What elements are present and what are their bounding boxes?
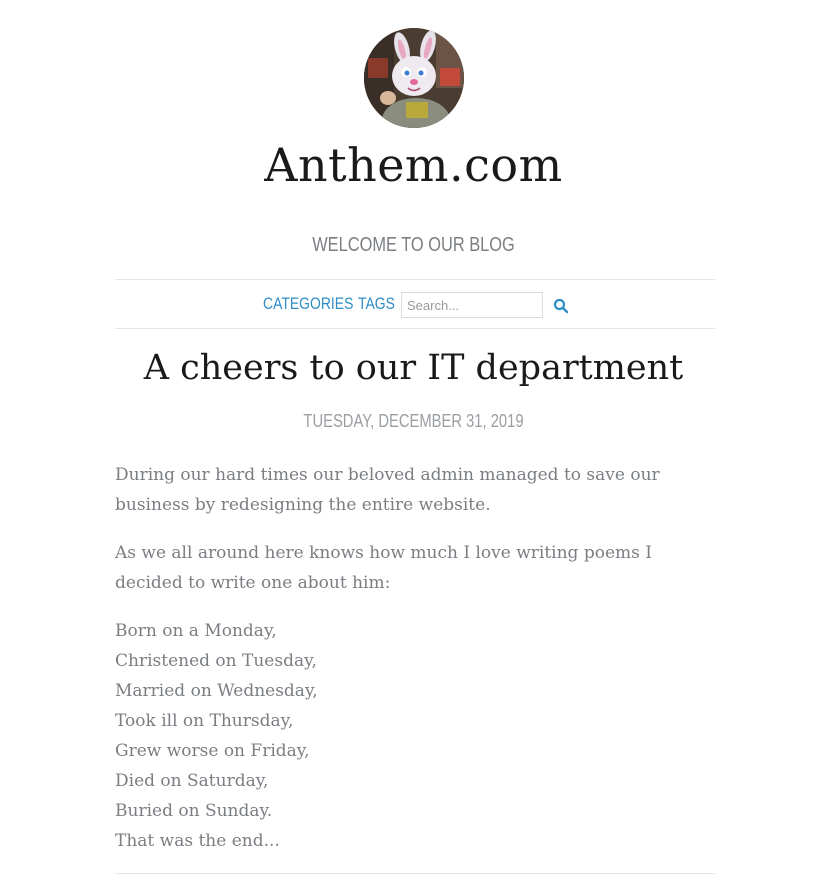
search-icon[interactable] (553, 298, 569, 314)
post-bottom-divider (115, 873, 715, 874)
avatar[interactable] (364, 28, 464, 128)
post-paragraph: During our hard times our beloved admin … (115, 465, 660, 515)
nav-top-divider (115, 279, 715, 280)
poem: Born on a Monday, Christened on Tuesday,… (115, 616, 695, 856)
bunny-avatar-image (364, 28, 464, 128)
post-body: During our hard times our beloved admin … (115, 460, 695, 874)
site-tagline: WELCOME TO OUR BLOG (312, 234, 515, 256)
nav-bottom-divider (115, 328, 715, 329)
poem-line: Buried on Sunday. (115, 801, 273, 821)
search-input[interactable] (401, 292, 543, 318)
poem-line: Took ill on Thursday, (115, 711, 294, 731)
post-title[interactable]: A cheers to our IT department (0, 348, 827, 388)
post-paragraph: As we all around here knows how much I l… (115, 543, 652, 593)
poem-line: Christened on Tuesday, (115, 651, 317, 671)
poem-line: Grew worse on Friday, (115, 741, 310, 761)
poem-line: Died on Saturday, (115, 771, 269, 791)
post-date: TUESDAY, DECEMBER 31, 2019 (303, 411, 524, 431)
nav-link-categories[interactable]: CATEGORIES (263, 294, 353, 314)
poem-line: That was the end... (115, 831, 280, 851)
site-title[interactable]: Anthem.com (0, 138, 827, 192)
poem-line: Born on a Monday, (115, 621, 277, 641)
poem-line: Married on Wednesday, (115, 681, 318, 701)
nav-link-tags[interactable]: TAGS (358, 294, 395, 314)
main-nav: CATEGORIES TAGS (0, 290, 827, 322)
